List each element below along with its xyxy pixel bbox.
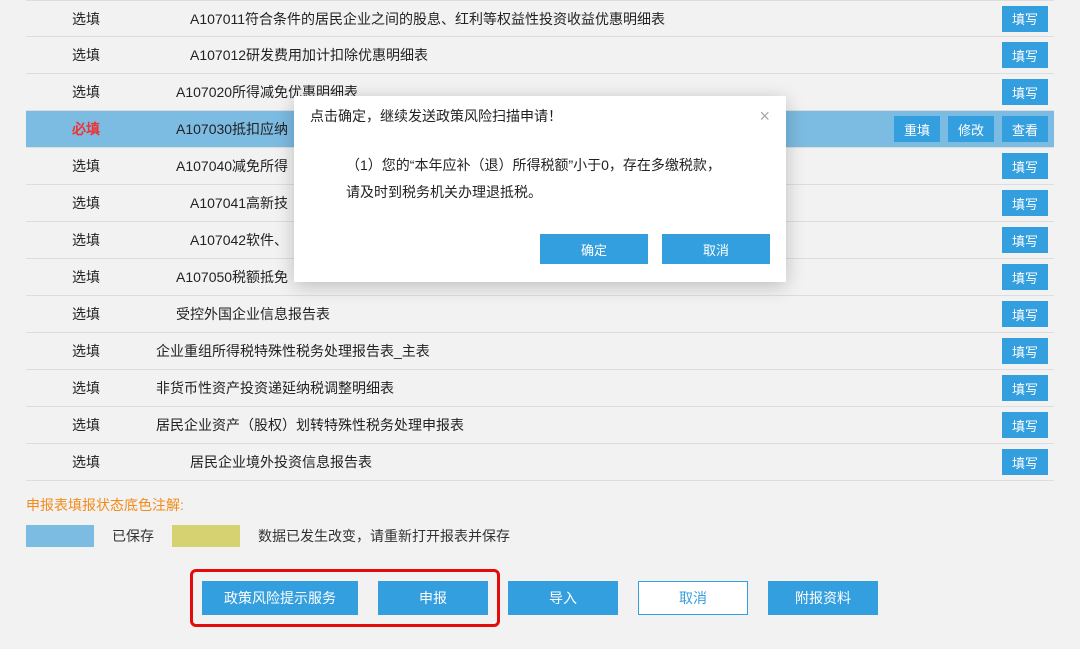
row-actions: 填写 bbox=[1002, 338, 1054, 364]
legend-dirty-label: 数据已发生改变，请重新打开报表并保存 bbox=[258, 526, 510, 546]
table-row: 选填居民企业境外投资信息报告表填写 bbox=[26, 444, 1054, 481]
status-optional: 选填 bbox=[26, 9, 146, 29]
status-optional: 选填 bbox=[26, 378, 146, 398]
modal-title: 点击确定，继续发送政策风险扫描申请！ bbox=[310, 106, 562, 126]
modal-body: （1）您的“本年应补（退）所得税额”小于0，存在多缴税款，请及时到税务机关办理退… bbox=[294, 136, 786, 224]
row-actions: 填写 bbox=[1002, 227, 1054, 253]
form-name: A107011符合条件的居民企业之间的股息、红利等权益性投资收益优惠明细表 bbox=[146, 9, 1002, 29]
row-actions: 填写 bbox=[1002, 412, 1054, 438]
table-row: 选填A107012研发费用加计扣除优惠明细表填写 bbox=[26, 37, 1054, 74]
confirm-modal: 点击确定，继续发送政策风险扫描申请！ × （1）您的“本年应补（退）所得税额”小… bbox=[294, 96, 786, 282]
import-button[interactable]: 导入 bbox=[508, 581, 618, 615]
legend-title: 申报表填报状态底色注解: bbox=[26, 495, 1054, 515]
legend-saved-label: 已保存 bbox=[112, 526, 154, 546]
form-name: 受控外国企业信息报告表 bbox=[146, 304, 1002, 324]
swatch-dirty bbox=[172, 525, 240, 547]
declare-button[interactable]: 申报 bbox=[378, 581, 488, 615]
close-icon[interactable]: × bbox=[759, 107, 770, 125]
status-required: 必填 bbox=[26, 119, 146, 139]
fill-button[interactable]: 填写 bbox=[1002, 412, 1048, 438]
edit-button[interactable]: 修改 bbox=[948, 116, 994, 142]
modal-cancel-button[interactable]: 取消 bbox=[662, 234, 770, 264]
form-name: 居民企业资产（股权）划转特殊性税务处理申报表 bbox=[146, 415, 1002, 435]
modal-ok-button[interactable]: 确定 bbox=[540, 234, 648, 264]
status-optional: 选填 bbox=[26, 415, 146, 435]
row-actions: 填写 bbox=[1002, 42, 1054, 68]
row-actions: 重填修改查看 bbox=[894, 116, 1054, 142]
form-name: 非货币性资产投资递延纳税调整明细表 bbox=[146, 378, 1002, 398]
status-optional: 选填 bbox=[26, 45, 146, 65]
table-row: 选填受控外国企业信息报告表填写 bbox=[26, 296, 1054, 333]
table-row: 选填A107011符合条件的居民企业之间的股息、红利等权益性投资收益优惠明细表填… bbox=[26, 0, 1054, 37]
fill-button[interactable]: 填写 bbox=[1002, 6, 1048, 32]
status-optional: 选填 bbox=[26, 193, 146, 213]
legend-row: 已保存 数据已发生改变，请重新打开报表并保存 bbox=[26, 525, 1054, 547]
status-optional: 选填 bbox=[26, 82, 146, 102]
fill-button[interactable]: 填写 bbox=[1002, 190, 1048, 216]
status-optional: 选填 bbox=[26, 452, 146, 472]
fill-button[interactable]: 填写 bbox=[1002, 301, 1048, 327]
fill-button[interactable]: 填写 bbox=[1002, 338, 1048, 364]
form-name: 企业重组所得税特殊性税务处理报告表_主表 bbox=[146, 341, 1002, 361]
status-optional: 选填 bbox=[26, 230, 146, 250]
row-actions: 填写 bbox=[1002, 375, 1054, 401]
table-row: 选填企业重组所得税特殊性税务处理报告表_主表填写 bbox=[26, 333, 1054, 370]
attach-button[interactable]: 附报资料 bbox=[768, 581, 878, 615]
cancel-button[interactable]: 取消 bbox=[638, 581, 748, 615]
row-actions: 填写 bbox=[1002, 301, 1054, 327]
fill-button[interactable]: 填写 bbox=[1002, 79, 1048, 105]
legend: 申报表填报状态底色注解: 已保存 数据已发生改变，请重新打开报表并保存 bbox=[0, 481, 1080, 555]
footer-actions: 政策风险提示服务 申报 导入 取消 附报资料 bbox=[0, 581, 1080, 615]
table-row: 选填居民企业资产（股权）划转特殊性税务处理申报表填写 bbox=[26, 407, 1054, 444]
row-actions: 填写 bbox=[1002, 449, 1054, 475]
modal-footer: 确定 取消 bbox=[294, 224, 786, 282]
modal-header: 点击确定，继续发送政策风险扫描申请！ × bbox=[294, 96, 786, 136]
swatch-saved bbox=[26, 525, 94, 547]
fill-button[interactable]: 填写 bbox=[1002, 375, 1048, 401]
row-actions: 填写 bbox=[1002, 6, 1054, 32]
fill-button[interactable]: 填写 bbox=[1002, 153, 1048, 179]
status-optional: 选填 bbox=[26, 156, 146, 176]
fill-button[interactable]: 填写 bbox=[1002, 42, 1048, 68]
status-optional: 选填 bbox=[26, 304, 146, 324]
view-button[interactable]: 查看 bbox=[1002, 116, 1048, 142]
row-actions: 填写 bbox=[1002, 190, 1054, 216]
fill-button[interactable]: 填写 bbox=[1002, 227, 1048, 253]
form-name: A107012研发费用加计扣除优惠明细表 bbox=[146, 45, 1002, 65]
row-actions: 填写 bbox=[1002, 79, 1054, 105]
row-actions: 填写 bbox=[1002, 264, 1054, 290]
status-optional: 选填 bbox=[26, 341, 146, 361]
row-actions: 填写 bbox=[1002, 153, 1054, 179]
refill-button[interactable]: 重填 bbox=[894, 116, 940, 142]
fill-button[interactable]: 填写 bbox=[1002, 264, 1048, 290]
risk-service-button[interactable]: 政策风险提示服务 bbox=[202, 581, 358, 615]
status-optional: 选填 bbox=[26, 267, 146, 287]
table-row: 选填非货币性资产投资递延纳税调整明细表填写 bbox=[26, 370, 1054, 407]
form-name: 居民企业境外投资信息报告表 bbox=[146, 452, 1002, 472]
fill-button[interactable]: 填写 bbox=[1002, 449, 1048, 475]
